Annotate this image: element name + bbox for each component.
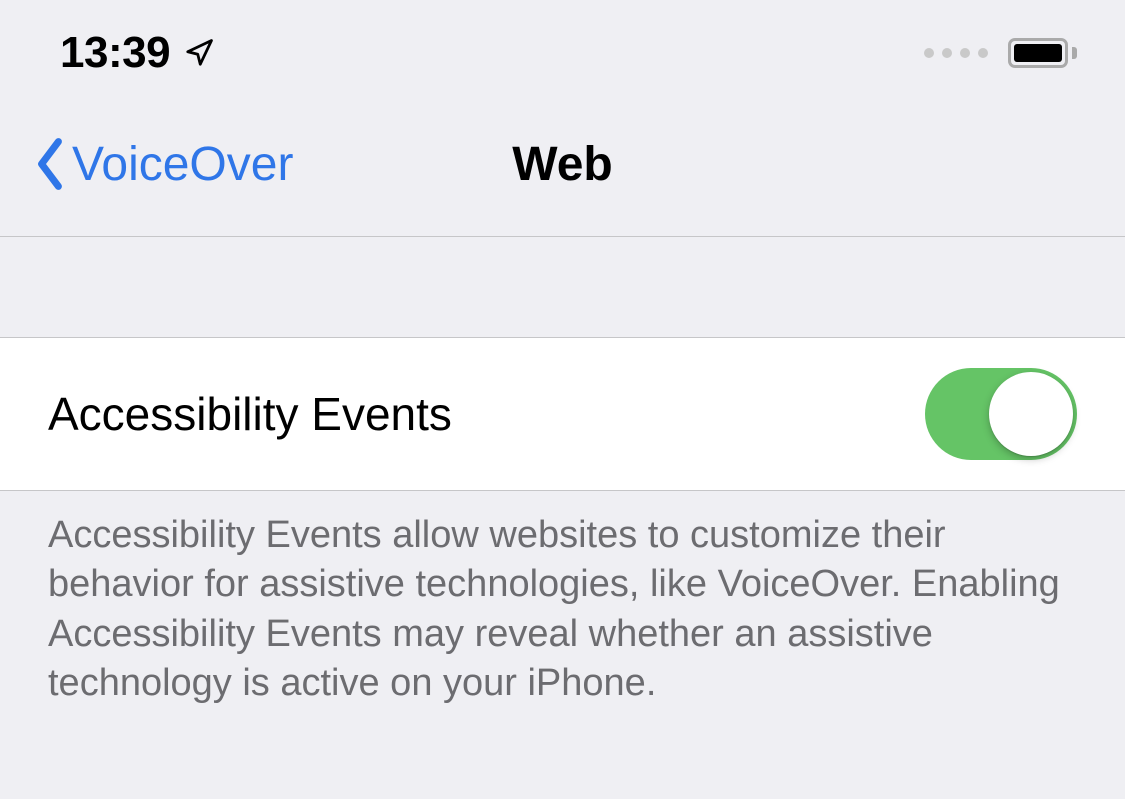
status-time: 13:39 [60,28,170,78]
back-label: VoiceOver [72,137,293,192]
status-right [924,38,1077,68]
status-bar: 13:39 [0,0,1125,96]
setting-label: Accessibility Events [48,387,452,441]
toggle-knob [989,372,1073,456]
page-title: Web [512,137,612,192]
accessibility-events-toggle[interactable] [925,368,1077,460]
cellular-signal-icon [924,48,988,58]
status-left: 13:39 [60,28,214,78]
setting-description: Accessibility Events allow websites to c… [0,491,1125,729]
back-button[interactable]: VoiceOver [32,136,293,192]
setting-row-accessibility-events: Accessibility Events [0,337,1125,491]
chevron-left-icon [32,136,68,192]
battery-icon [1008,38,1077,68]
nav-bar: VoiceOver Web [0,96,1125,237]
spacer [0,237,1125,337]
location-icon [184,38,214,68]
